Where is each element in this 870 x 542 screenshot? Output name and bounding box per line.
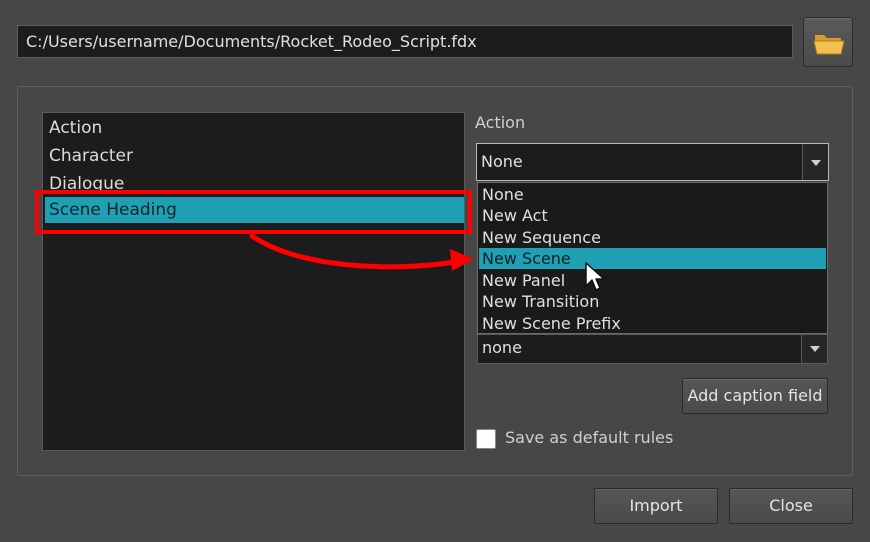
- save-default-checkbox[interactable]: [476, 429, 496, 449]
- chevron-down-icon[interactable]: [802, 144, 828, 180]
- save-default-label: Save as default rules: [505, 428, 674, 447]
- action-label: Action: [475, 113, 526, 132]
- option-new-act[interactable]: New Act: [479, 205, 826, 226]
- close-button[interactable]: Close: [729, 488, 853, 524]
- option-new-transition[interactable]: New Transition: [479, 291, 826, 312]
- element-type-list[interactable]: Action Character Dialogue Scene Heading: [42, 112, 465, 451]
- option-new-panel[interactable]: New Panel: [479, 270, 826, 291]
- folder-open-icon: [813, 35, 845, 55]
- action-combo[interactable]: None: [476, 143, 829, 181]
- secondary-combo-value: none: [482, 338, 522, 357]
- list-item-scene-heading[interactable]: Scene Heading: [45, 197, 464, 223]
- list-item-character[interactable]: Character: [45, 143, 464, 169]
- list-item-action[interactable]: Action: [45, 115, 464, 141]
- file-path-field[interactable]: C:/Users/username/Documents/Rocket_Rodeo…: [17, 25, 793, 58]
- option-none[interactable]: None: [479, 184, 826, 205]
- action-dropdown-list[interactable]: None New Act New Sequence New Scene New …: [477, 182, 828, 334]
- option-new-scene[interactable]: New Scene: [479, 248, 826, 269]
- secondary-combo[interactable]: none: [477, 334, 828, 364]
- list-item-dialogue[interactable]: Dialogue: [45, 171, 464, 197]
- option-new-scene-prefix[interactable]: New Scene Prefix: [479, 313, 826, 334]
- chevron-down-icon[interactable]: [801, 335, 827, 363]
- import-button[interactable]: Import: [594, 488, 718, 524]
- action-combo-value: None: [481, 152, 523, 171]
- option-new-sequence[interactable]: New Sequence: [479, 227, 826, 248]
- add-caption-field-button[interactable]: Add caption field: [682, 378, 828, 414]
- browse-button[interactable]: [803, 17, 853, 67]
